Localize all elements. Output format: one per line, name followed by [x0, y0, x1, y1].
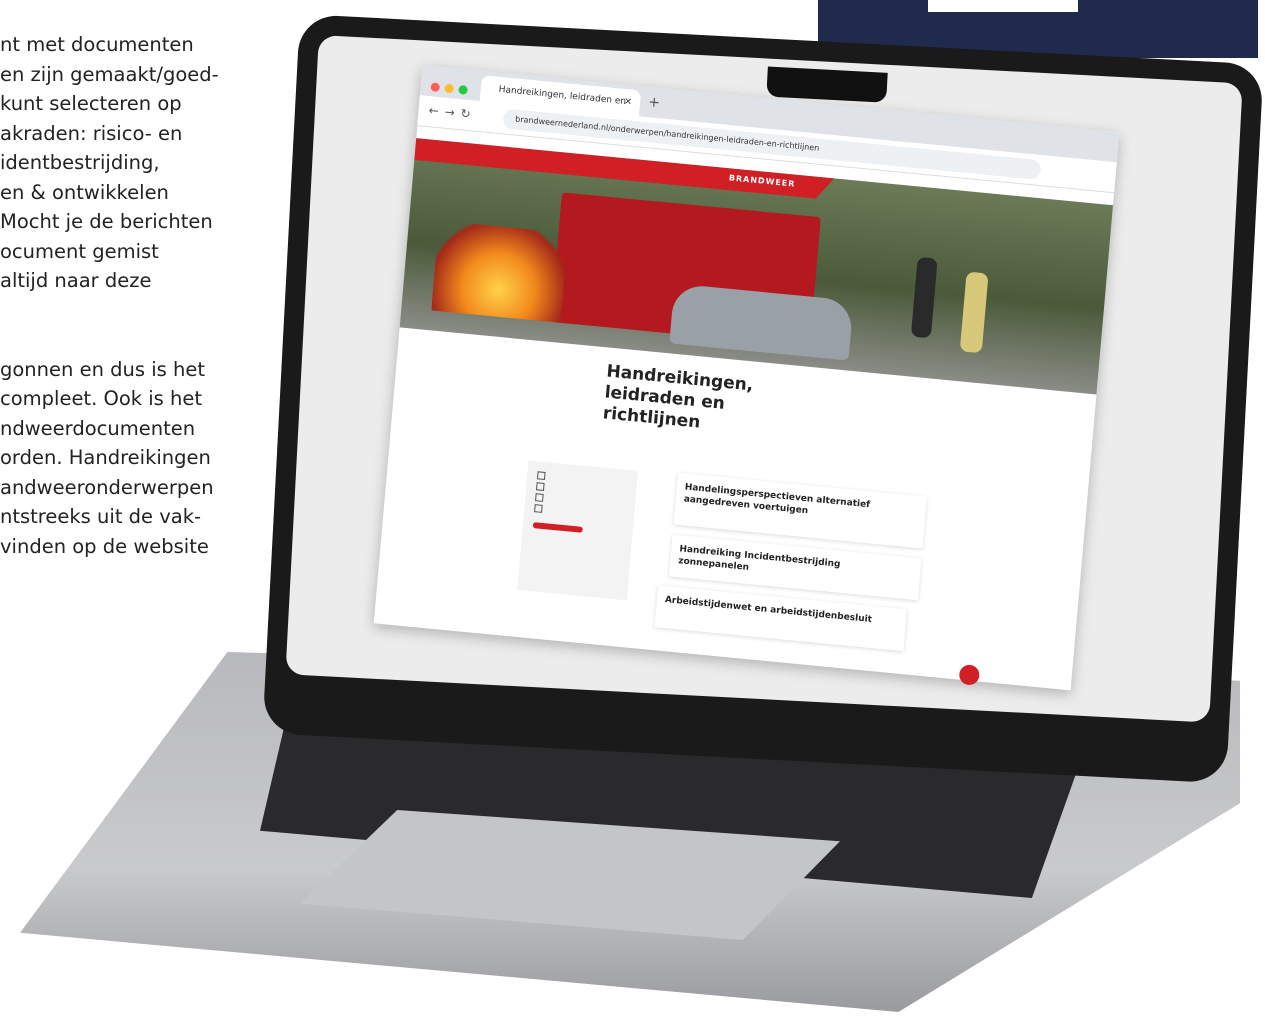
article-line: ndweerdocumenten [0, 416, 196, 440]
article-line: nt met documenten [0, 33, 194, 56]
new-tab-icon[interactable]: + [648, 94, 661, 111]
maximize-dot-icon[interactable] [458, 84, 468, 95]
filter-panel [517, 460, 639, 601]
display-bezel: Handreikingen, leidraden en × + ←→↻ bran… [285, 35, 1243, 723]
laptop-lid: Handreikingen, leidraden en × + ←→↻ bran… [262, 14, 1264, 784]
article-line: vinden op de website [0, 534, 209, 558]
browser-window: Handreikingen, leidraden en × + ←→↻ bran… [373, 65, 1120, 691]
article-line: kunt selecteren op [0, 92, 182, 115]
minimize-dot-icon[interactable] [444, 83, 455, 94]
chat-button[interactable] [958, 664, 980, 686]
article-line: identbestrijding, [0, 151, 160, 174]
article-line: en zijn gemaakt/goed- [0, 62, 219, 86]
article-line: orden. Handreikingen [0, 446, 211, 469]
article-line [0, 325, 300, 355]
article-line: gonnen en dus is het [0, 357, 206, 381]
article-line: ntstreeks uit de vak- [0, 505, 202, 528]
camera-notch [766, 66, 888, 103]
firefighter [959, 271, 989, 354]
close-dot-icon[interactable] [430, 82, 441, 93]
filter-apply-button[interactable] [532, 522, 583, 533]
card-title: Handreiking Incidentbestrijding zonnepan… [677, 544, 841, 573]
article-line: en & ontwikkelen [0, 180, 169, 204]
nav-buttons[interactable]: ←→↻ [428, 103, 477, 122]
banner-tab [928, 0, 1078, 12]
window-controls [430, 76, 473, 99]
article-line: andweeronderwerpen [0, 475, 214, 499]
article-line [0, 296, 300, 326]
article-line: Mocht je de berichten [0, 210, 213, 233]
article-line: ocument gemist [0, 239, 159, 263]
car [669, 283, 854, 361]
page-title: Handreikingen, leidraden en richtlijnen [602, 361, 755, 433]
close-icon[interactable]: × [623, 89, 634, 116]
article-text: nt met documenten en zijn gemaakt/goed- … [0, 30, 300, 561]
article-line: altijd naar deze [0, 269, 152, 292]
fire [431, 220, 569, 323]
card-title: Handelingsperspectieven alternatief aang… [683, 482, 871, 517]
article-line: compleet. Ook is het [0, 387, 203, 410]
result-card[interactable]: Handelingsperspectieven alternatief aang… [673, 472, 927, 549]
card-title: Arbeidstijdenwet en arbeidstijdenbesluit [664, 595, 873, 625]
article-line: akraden: risico- en [0, 121, 183, 145]
firefighter [910, 256, 938, 339]
